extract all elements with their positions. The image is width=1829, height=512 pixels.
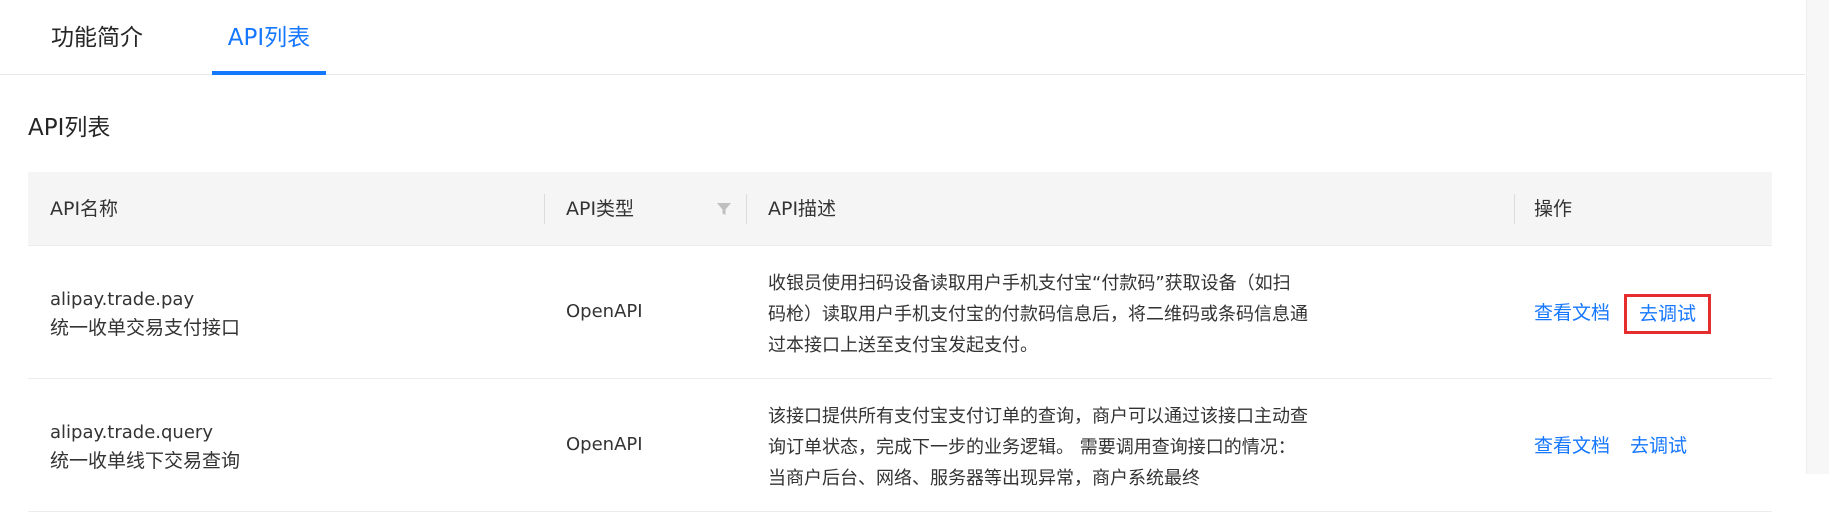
api-id: alipay.trade.query [50,422,213,443]
scrollbar[interactable] [1806,0,1829,474]
column-divider [746,194,747,224]
view-doc-link[interactable]: 查看文档 [1534,296,1610,330]
tab-bar: 功能简介 API列表 [0,0,1805,75]
section-title: API列表 [28,115,111,141]
table-row: alipay.trade.query 统一收单线下交易查询 OpenAPI 该接… [28,379,1772,512]
debug-link[interactable]: 去调试 [1624,294,1712,334]
api-id: alipay.trade.pay [50,289,195,310]
api-type-cell: OpenAPI [566,434,643,455]
api-chinese-name: 统一收单线下交易查询 [50,450,241,472]
api-table: API名称 API类型 API描述 操作 alipay.trade.pay 统一… [28,172,1772,512]
active-tab-indicator [212,71,326,75]
column-divider [544,194,545,224]
view-doc-link[interactable]: 查看文档 [1534,429,1610,463]
column-header-name: API名称 [50,198,119,220]
tab-api-list[interactable]: API列表 [212,0,326,75]
table-row: alipay.trade.pay 统一收单交易支付接口 OpenAPI 收银员使… [28,246,1772,379]
api-type-cell: OpenAPI [566,301,643,322]
debug-link[interactable]: 去调试 [1630,429,1687,463]
api-name-cell: alipay.trade.pay 统一收单交易支付接口 [50,286,530,343]
column-header-op: 操作 [1534,198,1573,220]
table-header: API名称 API类型 API描述 操作 [28,172,1772,246]
filter-icon[interactable] [715,200,733,218]
column-header-desc: API描述 [768,198,837,220]
api-desc-cell: 收银员使用扫码设备读取用户手机支付宝“付款码”获取设备（如扫码枪）读取用户手机支… [768,273,1308,356]
api-name-cell: alipay.trade.query 统一收单线下交易查询 [50,419,530,476]
column-divider [1514,194,1515,224]
column-header-type: API类型 [566,198,635,220]
tab-intro[interactable]: 功能简介 [51,0,143,75]
api-desc-cell: 该接口提供所有支付宝支付订单的查询，商户可以通过该接口主动查询订单状态，完成下一… [768,406,1308,489]
api-chinese-name: 统一收单交易支付接口 [50,317,241,339]
